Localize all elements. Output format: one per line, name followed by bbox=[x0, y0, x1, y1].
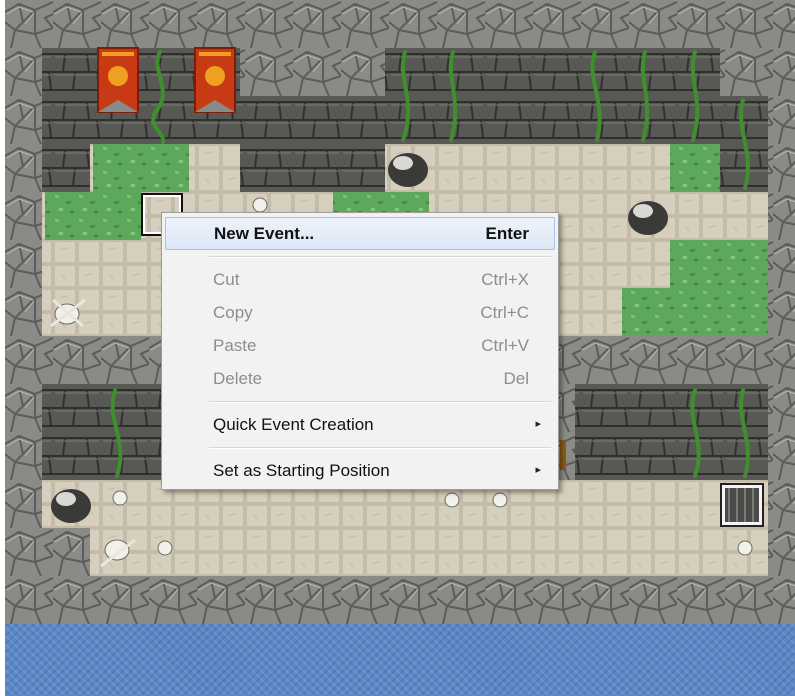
menu-item-quick-event-creation[interactable]: Quick Event Creation ▸ bbox=[165, 408, 555, 441]
banner-icon bbox=[97, 47, 139, 113]
boulder-icon bbox=[628, 201, 668, 235]
menu-item-new-event[interactable]: New Event... Enter bbox=[165, 217, 555, 250]
menu-item-shortcut: Ctrl+V bbox=[481, 336, 529, 355]
menu-item-cut[interactable]: Cut Ctrl+X bbox=[165, 263, 555, 296]
menu-item-label: Cut bbox=[213, 270, 240, 289]
menu-item-label: New Event... bbox=[214, 224, 315, 243]
menu-separator bbox=[209, 447, 551, 448]
menu-item-delete[interactable]: Delete Del bbox=[165, 362, 555, 395]
boulder-icon bbox=[388, 153, 428, 187]
menu-item-set-starting-position[interactable]: Set as Starting Position ▸ bbox=[165, 454, 555, 487]
menu-item-shortcut: Enter bbox=[485, 224, 529, 243]
submenu-arrow-icon: ▸ bbox=[535, 464, 541, 476]
menu-item-label: Delete bbox=[213, 369, 263, 388]
menu-item-shortcut: Ctrl+X bbox=[481, 270, 529, 289]
submenu-arrow-icon: ▸ bbox=[535, 418, 541, 430]
menu-separator bbox=[209, 256, 551, 257]
boulder-icon bbox=[51, 489, 91, 523]
menu-separator bbox=[209, 401, 551, 402]
menu-item-label: Copy bbox=[213, 303, 253, 322]
menu-item-copy[interactable]: Copy Ctrl+C bbox=[165, 296, 555, 329]
context-menu: New Event... Enter Cut Ctrl+X Copy Ctrl+… bbox=[161, 212, 559, 490]
menu-item-label: Quick Event Creation bbox=[213, 415, 374, 434]
water-band bbox=[5, 624, 795, 696]
menu-item-label: Set as Starting Position bbox=[213, 461, 390, 480]
menu-item-paste[interactable]: Paste Ctrl+V bbox=[165, 329, 555, 362]
banner-icon bbox=[194, 47, 236, 113]
menu-item-shortcut: Ctrl+C bbox=[480, 303, 529, 322]
menu-item-shortcut: Del bbox=[503, 369, 529, 388]
menu-item-label: Paste bbox=[213, 336, 257, 355]
stairs-icon bbox=[720, 483, 764, 527]
